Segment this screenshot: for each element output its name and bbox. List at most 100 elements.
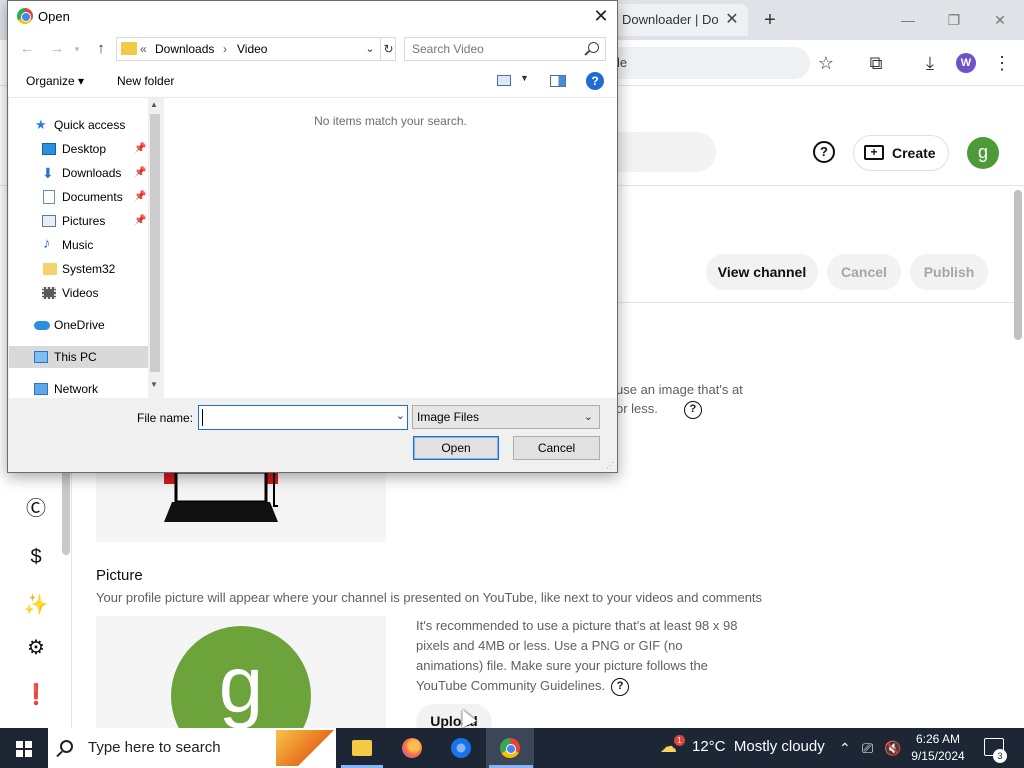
nav-item-pictures[interactable]: Pictures 📌 [9, 210, 149, 232]
open-button[interactable]: Open [413, 436, 499, 460]
preview-pane-icon[interactable] [550, 75, 566, 87]
breadcrumb-downloads[interactable]: Downloads [155, 38, 214, 60]
search-highlight-icon[interactable] [276, 730, 336, 766]
windows-logo-icon [16, 741, 32, 757]
file-list[interactable]: No items match your search. [164, 98, 617, 398]
download-arrow-icon: ⬇ [42, 165, 54, 181]
side-nav-scrollbar[interactable] [62, 470, 70, 555]
start-button[interactable] [0, 728, 48, 768]
downloads-icon[interactable]: ⤓ [917, 50, 943, 76]
dialog-search-input[interactable]: Search Video [404, 37, 606, 61]
star-icon: ★ [35, 117, 47, 132]
nav-item-network[interactable]: Network [9, 378, 149, 398]
breadcrumb-video[interactable]: Video [237, 38, 267, 60]
firefox-taskbar-button[interactable] [388, 728, 436, 768]
file-type-value: Image Files [417, 410, 480, 424]
up-arrow-icon[interactable]: ↑ [90, 38, 112, 60]
settings-icon[interactable]: ⚙ [22, 634, 50, 662]
chevron-down-icon[interactable]: ⌄ [396, 409, 405, 422]
breadcrumb-overflow[interactable]: « [140, 38, 147, 60]
file-type-select[interactable]: Image Files ⌄ [412, 405, 600, 429]
network-tray-icon[interactable]: ⎚ [862, 738, 873, 758]
filename-label: File name: [137, 411, 194, 425]
banner-image-icon [164, 472, 278, 522]
banner-help-icon[interactable]: ? [683, 400, 702, 419]
help-icon[interactable]: ? [813, 141, 835, 163]
volume-muted-icon[interactable]: 🔇 [884, 738, 901, 758]
filename-input[interactable]: ⌄ [198, 405, 408, 430]
nav-item-desktop[interactable]: Desktop 📌 [9, 138, 149, 160]
taskbar-search-placeholder: Type here to search [88, 739, 221, 756]
nav-item-system32[interactable]: System32 [9, 258, 149, 280]
extensions-icon[interactable]: ⧉ [863, 50, 889, 76]
navigation-pane-scrollbar[interactable]: ▲ ▼ [148, 98, 162, 398]
scroll-up-icon[interactable]: ▲ [150, 100, 158, 109]
tab-close-icon[interactable]: ✕ [722, 10, 742, 30]
picture-help-icon[interactable]: ? [611, 677, 630, 696]
search-icon [588, 42, 599, 53]
nav-item-videos[interactable]: Videos [9, 282, 149, 304]
account-avatar[interactable]: g [967, 137, 999, 169]
weather-badge: 1 [674, 735, 685, 746]
dialog-close-button[interactable]: ✕ [588, 5, 614, 27]
show-hidden-icons-chevron-icon[interactable]: ⌃ [839, 738, 851, 758]
breadcrumb-separator[interactable]: › [223, 38, 227, 60]
monetization-icon[interactable]: $ [22, 543, 50, 571]
nav-item-music[interactable]: ♪ Music [9, 234, 149, 256]
browser-profile-avatar[interactable]: W [956, 53, 976, 73]
dialog-address-bar[interactable]: « Downloads › Video ⌄ ↻ [116, 37, 396, 61]
scroll-down-icon[interactable]: ▼ [150, 380, 158, 389]
publish-button[interactable]: Publish [910, 254, 988, 290]
browser-menu-icon[interactable]: ⋮ [989, 50, 1015, 76]
folder-icon [121, 42, 137, 55]
resize-grip-icon[interactable]: ⋰ [606, 461, 614, 470]
nav-item-documents[interactable]: Documents 📌 [9, 186, 149, 208]
refresh-icon[interactable]: ↻ [380, 38, 396, 60]
nav-item-onedrive[interactable]: OneDrive [9, 314, 149, 336]
organize-button[interactable]: Organize ▾ [26, 74, 84, 88]
new-folder-button[interactable]: New folder [117, 74, 174, 88]
scrollbar-thumb[interactable] [150, 114, 160, 372]
back-arrow-icon[interactable]: ← [16, 38, 38, 60]
chevron-down-icon[interactable]: ⌄ [363, 38, 377, 60]
video-icon [42, 287, 56, 299]
change-view-icon[interactable] [497, 75, 511, 86]
new-tab-button[interactable]: + [758, 8, 782, 32]
window-close-button[interactable]: ✕ [982, 6, 1018, 34]
open-file-dialog: Open ✕ ← → ▾ ↑ « Downloads › Video ⌄ ↻ S… [7, 0, 618, 473]
view-options-chevron-icon[interactable]: ▼ [520, 73, 529, 83]
copyright-icon[interactable]: Ⓒ [22, 495, 50, 523]
minimize-button[interactable]: — [890, 6, 926, 34]
view-channel-button[interactable]: View channel [706, 254, 818, 290]
pin-icon[interactable]: 📌 [134, 186, 146, 208]
cancel-button[interactable]: Cancel [513, 436, 600, 460]
pin-icon[interactable]: 📌 [134, 138, 146, 160]
dialog-help-icon[interactable]: ? [586, 72, 604, 90]
folder-icon [352, 740, 372, 756]
customization-icon[interactable]: ✨ [22, 591, 50, 619]
chrome-taskbar-button[interactable] [486, 728, 534, 768]
feedback-icon[interactable]: ❗ [22, 681, 50, 709]
divider [560, 302, 1014, 303]
forward-arrow-icon[interactable]: → [46, 38, 68, 60]
computer-icon [34, 351, 48, 363]
dialog-title: Open [38, 9, 70, 24]
chevron-down-icon[interactable]: ⌄ [584, 406, 593, 428]
restore-button[interactable]: ❐ [936, 6, 972, 34]
system-clock[interactable]: 6:26 AM 9/15/2024 [903, 731, 973, 765]
picture-section-description: Your profile picture will appear where y… [96, 590, 763, 605]
recent-locations-icon[interactable]: ▾ [66, 38, 88, 60]
pin-icon[interactable]: 📌 [134, 210, 146, 232]
chromium-taskbar-button[interactable] [437, 728, 485, 768]
file-explorer-taskbar-button[interactable] [338, 728, 386, 768]
nav-item-downloads[interactable]: ⬇ Downloads 📌 [9, 162, 149, 184]
pin-icon[interactable]: 📌 [134, 162, 146, 184]
weather-widget[interactable]: 12°C Mostly cloudy [692, 738, 825, 755]
chromium-icon [451, 738, 471, 758]
page-scrollbar[interactable] [1014, 190, 1022, 340]
nav-item-this-pc[interactable]: This PC [9, 346, 149, 368]
nav-item-quick-access[interactable]: ★ Quick access [9, 114, 149, 136]
banner-help-line2: or less.? [616, 399, 702, 419]
bookmark-star-icon[interactable]: ☆ [813, 50, 839, 76]
page-cancel-button[interactable]: Cancel [827, 254, 901, 290]
